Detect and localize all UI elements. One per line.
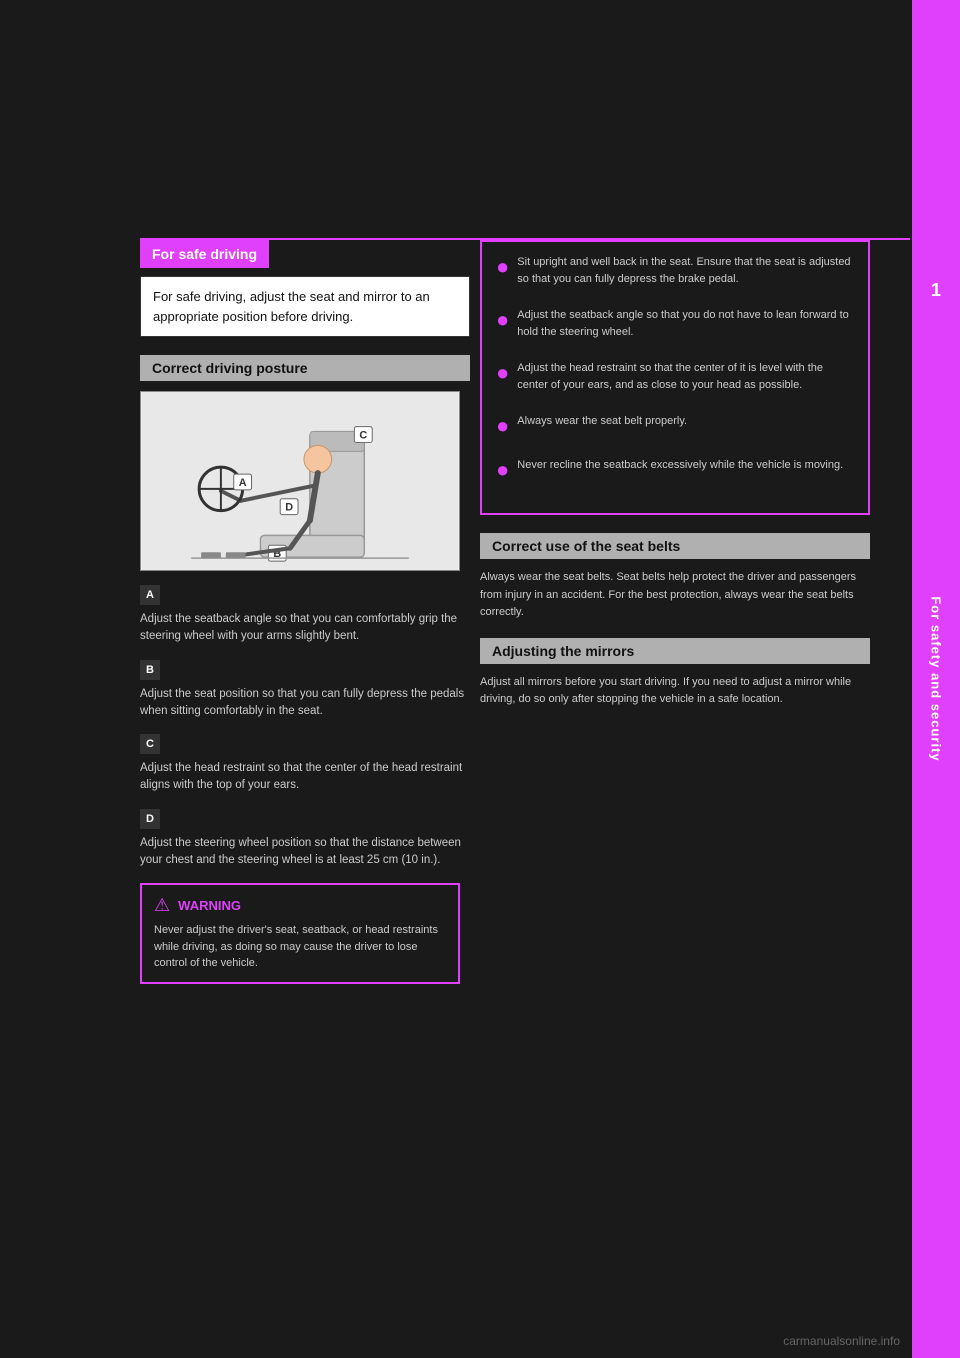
top-black-area [0, 0, 912, 238]
label-d-text: Adjust the steering wheel position so th… [140, 835, 470, 870]
left-column: For safe driving For safe driving, adjus… [140, 240, 470, 984]
warning-box: ⚠ WARNING Never adjust the driver's seat… [140, 883, 460, 984]
bullet-item-5: ● Never recline the seatback excessively… [496, 457, 854, 481]
bullet-dot-3: ● [496, 362, 509, 384]
bullet-text-1: Sit upright and well back in the seat. E… [517, 254, 854, 287]
bullet-text-4: Always wear the seat belt properly. [517, 413, 854, 430]
bullet-dot-4: ● [496, 415, 509, 437]
sidebar-label: For safety and security [929, 596, 944, 761]
label-d-icon: D [140, 809, 160, 829]
svg-text:C: C [359, 429, 367, 441]
right-bullet-box: ● Sit upright and well back in the seat.… [480, 240, 870, 515]
bullet-dot-2: ● [496, 309, 509, 331]
driving-diagram: C B [140, 391, 460, 571]
label-b-icon: B [140, 660, 160, 680]
seat-belts-text: Always wear the seat belts. Seat belts h… [480, 569, 870, 622]
label-c-icon: C [140, 734, 160, 754]
warning-triangle-icon: ⚠ [154, 895, 170, 916]
warning-text: Never adjust the driver's seat, seatback… [154, 922, 446, 972]
label-d-block: D Adjust the steering wheel position so … [140, 809, 470, 870]
intro-text: For safe driving, adjust the seat and mi… [153, 289, 430, 324]
bullet-dot-1: ● [496, 256, 509, 278]
right-sidebar: 1 For safety and security [912, 0, 960, 1358]
bullet-item-3: ● Adjust the head restraint so that the … [496, 360, 854, 393]
for-safe-driving-header: For safe driving [140, 240, 269, 268]
seat-belts-header: Correct use of the seat belts [480, 533, 870, 559]
label-c-text: Adjust the head restraint so that the ce… [140, 760, 470, 795]
label-a-text: Adjust the seatback angle so that you ca… [140, 611, 470, 646]
warning-header: ⚠ WARNING [154, 895, 446, 916]
bullet-dot-5: ● [496, 459, 509, 481]
label-b-block: B Adjust the seat position so that you c… [140, 660, 470, 721]
bullet-item-1: ● Sit upright and well back in the seat.… [496, 254, 854, 287]
adjusting-mirrors-text: Adjust all mirrors before you start driv… [480, 674, 870, 709]
main-content: For safe driving For safe driving, adjus… [140, 240, 910, 1320]
bullet-text-3: Adjust the head restraint so that the ce… [517, 360, 854, 393]
right-column: ● Sit upright and well back in the seat.… [480, 240, 870, 725]
correct-driving-posture-header: Correct driving posture [140, 355, 470, 381]
driver-illustration: C B [141, 392, 459, 570]
page-container: 1 For safety and security For safe drivi… [0, 0, 960, 1358]
label-b-text: Adjust the seat position so that you can… [140, 686, 470, 721]
chapter-number: 1 [931, 280, 941, 301]
warning-title: WARNING [178, 898, 241, 913]
bullet-text-5: Never recline the seatback excessively w… [517, 457, 854, 474]
svg-text:A: A [239, 477, 247, 489]
bullet-item-2: ● Adjust the seatback angle so that you … [496, 307, 854, 340]
label-a-icon: A [140, 585, 160, 605]
intro-text-box: For safe driving, adjust the seat and mi… [140, 276, 470, 337]
adjusting-mirrors-header: Adjusting the mirrors [480, 638, 870, 664]
label-c-block: C Adjust the head restraint so that the … [140, 734, 470, 795]
svg-text:D: D [285, 502, 293, 514]
watermark: carmanualsonline.info [783, 1334, 900, 1348]
bullet-item-4: ● Always wear the seat belt properly. [496, 413, 854, 437]
label-a-block: A Adjust the seatback angle so that you … [140, 585, 470, 646]
bullet-text-2: Adjust the seatback angle so that you do… [517, 307, 854, 340]
